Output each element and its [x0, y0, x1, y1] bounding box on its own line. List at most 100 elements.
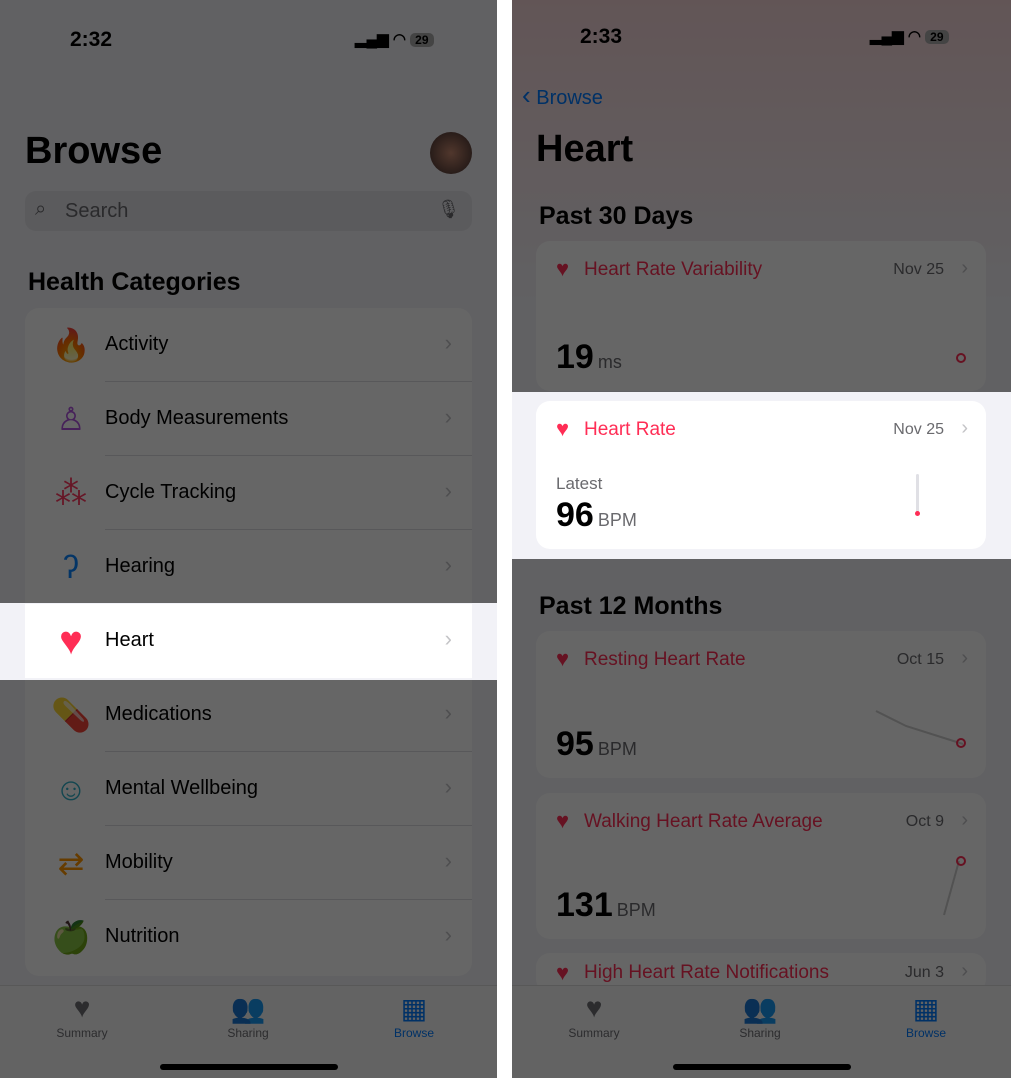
- category-label: Body Measurements: [105, 407, 289, 429]
- card-date: Oct 9: [905, 813, 944, 830]
- figure-icon: ♙: [56, 401, 86, 437]
- tab-summary[interactable]: ♥ Summary: [544, 992, 644, 1040]
- search-input[interactable]: ⌕ Search 🎙: [25, 191, 472, 231]
- category-label: Medications: [105, 703, 212, 725]
- tab-sharing[interactable]: 👥 Sharing: [710, 992, 810, 1040]
- chevron-right-icon: ›: [444, 552, 452, 577]
- chevron-right-icon: ›: [444, 774, 452, 799]
- category-nutrition[interactable]: 🍏 Nutrition ›: [25, 900, 472, 974]
- chart-point: [915, 511, 920, 516]
- category-mobility[interactable]: ⇄ Mobility ›: [25, 826, 472, 900]
- back-button[interactable]: ‹ Browse: [522, 80, 603, 111]
- battery-icon: 29: [410, 33, 434, 47]
- card-value: 131 BPM: [556, 886, 656, 924]
- chevron-right-icon: ›: [961, 960, 968, 982]
- chevron-right-icon: ›: [961, 809, 968, 831]
- avatar[interactable]: [430, 132, 472, 174]
- heart-icon: ♥: [556, 646, 570, 671]
- card-value: 96 BPM: [556, 496, 637, 534]
- tab-label: Browse: [393, 1026, 434, 1040]
- dimmed-content: 2:32 ▂▄▆ ◠ 29 Browse ⌕ Search 🎙 Health C…: [0, 0, 497, 1078]
- chevron-right-icon: ›: [444, 626, 452, 651]
- arrows-icon: ⇄: [57, 845, 85, 881]
- section-header: Health Categories: [28, 268, 241, 296]
- people-icon: 👥: [742, 993, 778, 1024]
- tab-browse[interactable]: ▦ Browse: [876, 992, 976, 1040]
- heart-icon: ♥: [556, 808, 570, 833]
- chevron-right-icon: ›: [961, 417, 968, 439]
- card-date: Nov 25: [893, 261, 944, 278]
- tab-browse[interactable]: ▦ Browse: [364, 992, 464, 1040]
- tab-label: Summary: [568, 1026, 620, 1040]
- microphone-icon[interactable]: 🎙: [437, 199, 460, 220]
- search-icon: ⌕: [35, 198, 47, 220]
- grid-icon: ▦: [400, 993, 428, 1024]
- signal-icon: ▂▄▆: [355, 31, 389, 48]
- category-body-measurements[interactable]: ♙ Body Measurements ›: [25, 382, 472, 456]
- chevron-right-icon: ›: [444, 330, 452, 355]
- chevron-right-icon: ›: [444, 478, 452, 503]
- grid-icon: ▦: [912, 993, 940, 1024]
- right-phone-screen: 2:33 ▂▄▆ ◠ 29 ‹ Browse Heart Past 30 Day…: [512, 0, 1011, 1078]
- chevron-right-icon: ›: [961, 257, 968, 279]
- wifi-icon: ◠: [907, 28, 921, 45]
- category-label: Heart: [105, 629, 154, 651]
- heart-icon: ♥: [59, 619, 83, 663]
- card-title: Resting Heart Rate: [584, 649, 746, 670]
- category-medications[interactable]: 💊 Medications ›: [25, 678, 472, 752]
- status-icons: ▂▄▆ ◠ 29: [870, 27, 949, 45]
- chart-point: [956, 856, 966, 866]
- page-title: Heart: [536, 128, 634, 170]
- category-label: Nutrition: [105, 925, 180, 947]
- walking-heart-rate-card[interactable]: ♥ Walking Heart Rate Average Oct 9 › 131 BP…: [536, 793, 986, 939]
- chart-point: [956, 353, 966, 363]
- heart-icon: ♥: [556, 960, 570, 985]
- ear-icon: ʔ: [63, 549, 79, 585]
- heart-icon: ♥: [585, 992, 603, 1023]
- status-time: 2:32: [70, 28, 113, 51]
- tab-label: Sharing: [739, 1026, 781, 1040]
- pills-icon: 💊: [51, 697, 91, 733]
- left-phone-screen: 2:32 ▂▄▆ ◠ 29 Browse ⌕ Search 🎙 Health C…: [0, 0, 497, 1078]
- card-value: 95 BPM: [556, 725, 637, 763]
- cycle-icon: ⁂: [55, 475, 87, 511]
- chart-point: [956, 738, 966, 748]
- chevron-right-icon: ›: [444, 848, 452, 873]
- card-title: High Heart Rate Notifications: [584, 962, 829, 983]
- heart-icon: ♥: [556, 256, 570, 281]
- card-date: Oct 15: [896, 651, 944, 668]
- highlight-strip: ♥ Heart ›: [0, 603, 497, 680]
- card-title: Walking Heart Rate Average: [584, 811, 823, 832]
- status-time: 2:33: [580, 25, 623, 48]
- card-title: Heart Rate: [584, 419, 676, 440]
- tab-label: Browse: [905, 1026, 946, 1040]
- category-mental-wellbeing[interactable]: ☺ Mental Wellbeing ›: [25, 752, 472, 826]
- category-label: Mobility: [105, 851, 173, 873]
- highlight-strip: ♥ Heart Rate Nov 25 › Latest 96 BPM: [512, 392, 1011, 559]
- card-label: Latest: [556, 474, 603, 493]
- card-value: 19 ms: [556, 338, 622, 376]
- heart-rate-card[interactable]: ♥ Heart Rate Nov 25 › Latest 96 BPM: [536, 401, 986, 549]
- search-placeholder: Search: [65, 200, 129, 222]
- category-label: Mental Wellbeing: [105, 777, 259, 799]
- tab-summary[interactable]: ♥ Summary: [32, 992, 132, 1040]
- category-heart[interactable]: ♥ Heart ›: [25, 604, 472, 678]
- resting-heart-rate-card[interactable]: ♥ Resting Heart Rate Oct 15 › 95 BPM: [536, 631, 986, 778]
- tab-sharing[interactable]: 👥 Sharing: [198, 992, 298, 1040]
- tab-label: Sharing: [227, 1026, 269, 1040]
- flame-icon: 🔥: [51, 327, 91, 363]
- category-label: Hearing: [105, 555, 176, 577]
- head-icon: ☺: [54, 771, 88, 807]
- category-cycle-tracking[interactable]: ⁂ Cycle Tracking ›: [25, 456, 472, 530]
- heart-icon: ♥: [73, 992, 91, 1023]
- tab-label: Summary: [56, 1026, 108, 1040]
- card-title: Heart Rate Variability: [584, 259, 763, 280]
- category-activity[interactable]: 🔥 Activity ›: [25, 308, 472, 382]
- hrv-card[interactable]: ♥ Heart Rate Variability Nov 25 › 19 ms: [536, 241, 986, 391]
- status-icons: ▂▄▆ ◠ 29: [355, 30, 434, 48]
- apple-icon: 🍏: [51, 919, 91, 955]
- page-title: Browse: [25, 130, 163, 172]
- category-hearing[interactable]: ʔ Hearing ›: [25, 530, 472, 604]
- home-indicator: [672, 1064, 851, 1070]
- category-label: Activity: [105, 333, 169, 355]
